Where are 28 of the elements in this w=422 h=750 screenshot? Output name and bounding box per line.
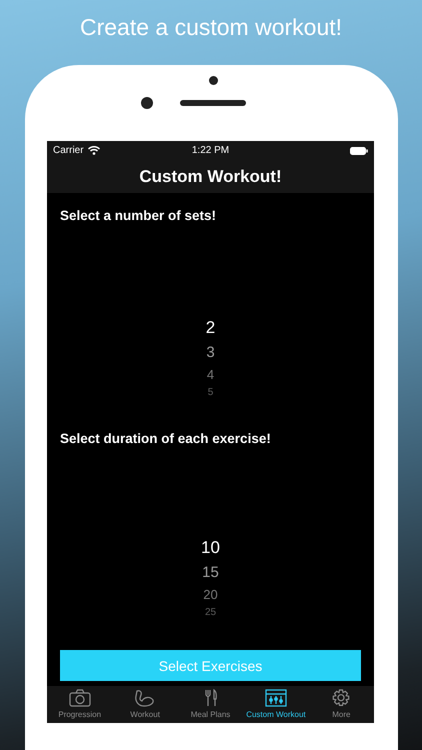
picker-option[interactable]: 25 xyxy=(204,605,216,620)
picker-option[interactable]: 20 xyxy=(203,585,218,605)
tab-item[interactable]: Meal Plans xyxy=(178,686,244,723)
nav-title: Custom Workout! xyxy=(139,166,282,188)
tab-item[interactable]: More xyxy=(308,686,374,723)
arm-icon xyxy=(134,689,156,709)
picker-option[interactable]: 3 xyxy=(206,341,215,365)
speaker-grille xyxy=(180,100,246,106)
picker-option[interactable]: 15 xyxy=(202,561,219,585)
status-time: 1:22 PM xyxy=(190,144,230,158)
picker-option[interactable]: 5 xyxy=(208,385,214,400)
camera-icon xyxy=(68,689,91,709)
wifi-icon xyxy=(88,146,100,155)
picker-option[interactable]: 2 xyxy=(206,315,216,341)
sliders-icon xyxy=(264,689,287,709)
section-label: Select duration of each exercise! xyxy=(59,430,272,448)
tab-item[interactable]: Progression xyxy=(47,686,112,723)
picker-option[interactable]: 4 xyxy=(206,365,214,385)
camera-lens xyxy=(141,97,153,109)
carrier-label: Carrier xyxy=(53,144,84,158)
settings-icon xyxy=(330,689,352,709)
tab-item[interactable]: Custom Workout xyxy=(243,686,309,723)
sensor-dot xyxy=(209,76,218,85)
headline: Create a custom workout! xyxy=(78,13,344,42)
battery-icon xyxy=(350,146,368,154)
section-label: Select a number of sets! xyxy=(59,207,218,225)
picker-option[interactable]: 10 xyxy=(201,535,220,561)
tab-item[interactable]: Workout xyxy=(112,686,178,723)
